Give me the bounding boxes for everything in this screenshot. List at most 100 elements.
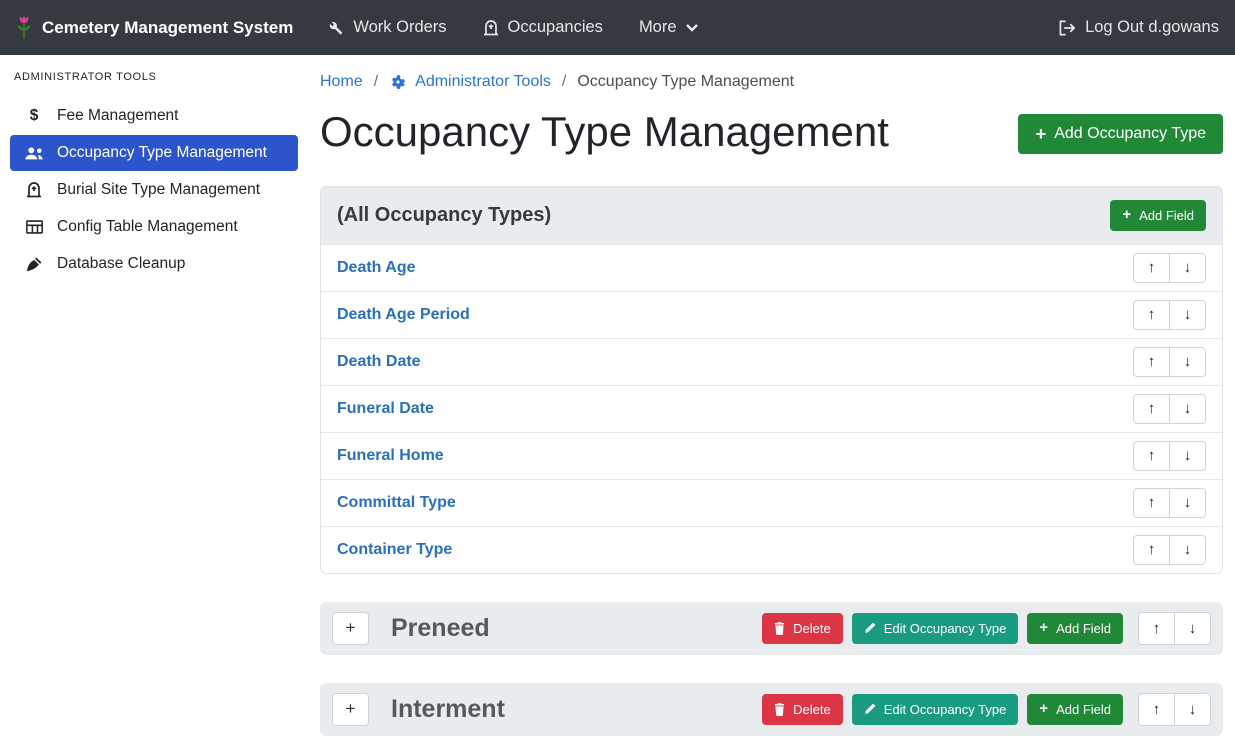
move-up-button[interactable]: ↑ — [1138, 693, 1175, 726]
move-up-button[interactable]: ↑ — [1133, 488, 1170, 518]
arrow-down-icon: ↓ — [1184, 494, 1192, 511]
delete-label: Delete — [793, 702, 831, 717]
arrow-down-icon: ↓ — [1189, 620, 1197, 637]
trash-icon — [774, 703, 785, 716]
delete-button[interactable]: Delete — [762, 694, 843, 725]
field-link[interactable]: Death Date — [337, 353, 421, 371]
sidebar-item-occupancy-type-management[interactable]: Occupancy Type Management — [10, 135, 298, 171]
move-up-button[interactable]: ↑ — [1133, 394, 1170, 424]
add-field-button[interactable]: + Add Field — [1027, 613, 1123, 644]
move-down-button[interactable]: ↓ — [1174, 612, 1211, 645]
field-row: Funeral Date ↑ ↓ — [321, 385, 1222, 432]
field-link[interactable]: Committal Type — [337, 494, 456, 512]
reorder-controls: ↑ ↓ — [1133, 300, 1206, 330]
top-navbar: Cemetery Management System Work Orders O… — [0, 0, 1235, 55]
section-actions: Delete Edit Occupancy Type + Add Field ↑ — [762, 693, 1211, 726]
nav-work-orders[interactable]: Work Orders — [327, 18, 446, 37]
dollar-icon: $ — [24, 107, 44, 125]
move-down-button[interactable]: ↓ — [1169, 488, 1206, 518]
add-field-button[interactable]: + Add Field — [1027, 694, 1123, 725]
move-up-button[interactable]: ↑ — [1138, 612, 1175, 645]
delete-button[interactable]: Delete — [762, 613, 843, 644]
plus-icon: + — [1039, 702, 1048, 717]
app-brand[interactable]: Cemetery Management System — [16, 14, 293, 41]
edit-occupancy-type-button[interactable]: Edit Occupancy Type — [852, 613, 1019, 644]
nav-more[interactable]: More — [639, 18, 698, 37]
add-occupancy-type-label: Add Occupancy Type — [1054, 125, 1206, 143]
arrow-up-icon: ↑ — [1153, 701, 1161, 718]
edit-occupancy-type-label: Edit Occupancy Type — [884, 702, 1007, 717]
sidebar-item-config-table-management[interactable]: Config Table Management — [10, 209, 298, 245]
tombstone-icon — [483, 20, 499, 36]
plus-icon: + — [1039, 621, 1048, 636]
pencil-icon — [864, 622, 876, 634]
sidebar-item-database-cleanup[interactable]: Database Cleanup — [10, 246, 298, 282]
plus-icon: + — [346, 618, 356, 638]
page-title: Occupancy Type Management — [320, 105, 889, 160]
breadcrumb-administrator-tools[interactable]: Administrator Tools — [389, 73, 551, 91]
field-link[interactable]: Funeral Date — [337, 400, 434, 418]
breadcrumb-home[interactable]: Home — [320, 73, 363, 91]
move-down-button[interactable]: ↓ — [1169, 253, 1206, 283]
logout-link[interactable]: Log Out d.gowans — [1059, 18, 1219, 37]
breadcrumb-separator: / — [374, 73, 378, 91]
table-icon — [24, 220, 44, 234]
sidebar-item-label: Fee Management — [57, 107, 179, 125]
all-occupancy-types-header: (All Occupancy Types) + Add Field — [321, 187, 1222, 244]
admin-tools-sidebar: ADMINISTRATOR TOOLS $ Fee Management Occ… — [0, 55, 308, 738]
reorder-controls: ↑ ↓ — [1133, 394, 1206, 424]
edit-occupancy-type-button[interactable]: Edit Occupancy Type — [852, 694, 1019, 725]
field-link[interactable]: Death Age Period — [337, 306, 470, 324]
field-row: Funeral Home ↑ ↓ — [321, 432, 1222, 479]
arrow-down-icon: ↓ — [1184, 541, 1192, 558]
sidebar-item-label: Occupancy Type Management — [57, 144, 267, 162]
field-link[interactable]: Death Age — [337, 259, 416, 277]
reorder-controls: ↑ ↓ — [1133, 441, 1206, 471]
field-row: Committal Type ↑ ↓ — [321, 479, 1222, 526]
arrow-down-icon: ↓ — [1189, 701, 1197, 718]
expand-button[interactable]: + — [332, 612, 369, 645]
field-link[interactable]: Container Type — [337, 541, 452, 559]
section-actions: Delete Edit Occupancy Type + Add Field ↑ — [762, 612, 1211, 645]
flower-logo-icon — [16, 14, 32, 41]
move-down-button[interactable]: ↓ — [1174, 693, 1211, 726]
reorder-controls: ↑ ↓ — [1133, 347, 1206, 377]
arrow-up-icon: ↑ — [1148, 541, 1156, 558]
move-up-button[interactable]: ↑ — [1133, 300, 1170, 330]
all-occupancy-types-card: (All Occupancy Types) + Add Field Death … — [320, 186, 1223, 574]
reorder-controls: ↑ ↓ — [1133, 253, 1206, 283]
add-occupancy-type-button[interactable]: + Add Occupancy Type — [1018, 114, 1223, 154]
reorder-controls: ↑ ↓ — [1138, 693, 1211, 726]
move-down-button[interactable]: ↓ — [1169, 394, 1206, 424]
nav-occupancies[interactable]: Occupancies — [483, 18, 603, 37]
expand-button[interactable]: + — [332, 693, 369, 726]
users-icon — [24, 146, 44, 161]
move-down-button[interactable]: ↓ — [1169, 347, 1206, 377]
add-field-label: Add Field — [1056, 621, 1111, 636]
move-up-button[interactable]: ↑ — [1133, 441, 1170, 471]
arrow-up-icon: ↑ — [1148, 400, 1156, 417]
breadcrumb: Home / Administrator Tools / Occupancy T… — [320, 73, 1223, 91]
sidebar-item-burial-site-type-management[interactable]: Burial Site Type Management — [10, 172, 298, 208]
nav-work-orders-label: Work Orders — [353, 18, 446, 37]
add-field-button[interactable]: + Add Field — [1110, 200, 1206, 231]
move-down-button[interactable]: ↓ — [1169, 441, 1206, 471]
sidebar-item-label: Database Cleanup — [57, 255, 185, 273]
sign-out-icon — [1059, 20, 1076, 36]
sidebar-item-fee-management[interactable]: $ Fee Management — [10, 98, 298, 134]
move-down-button[interactable]: ↓ — [1169, 300, 1206, 330]
occupancy-type-title: Interment — [391, 695, 505, 724]
move-up-button[interactable]: ↑ — [1133, 535, 1170, 565]
add-field-label: Add Field — [1139, 208, 1194, 223]
field-row: Death Age Period ↑ ↓ — [321, 291, 1222, 338]
arrow-down-icon: ↓ — [1184, 306, 1192, 323]
move-up-button[interactable]: ↑ — [1133, 253, 1170, 283]
arrow-up-icon: ↑ — [1148, 353, 1156, 370]
trash-icon — [774, 622, 785, 635]
breadcrumb-administrator-tools-label: Administrator Tools — [415, 73, 551, 91]
nav-occupancies-label: Occupancies — [508, 18, 603, 37]
move-up-button[interactable]: ↑ — [1133, 347, 1170, 377]
move-down-button[interactable]: ↓ — [1169, 535, 1206, 565]
field-link[interactable]: Funeral Home — [337, 447, 444, 465]
sidebar-item-label: Config Table Management — [57, 218, 238, 236]
